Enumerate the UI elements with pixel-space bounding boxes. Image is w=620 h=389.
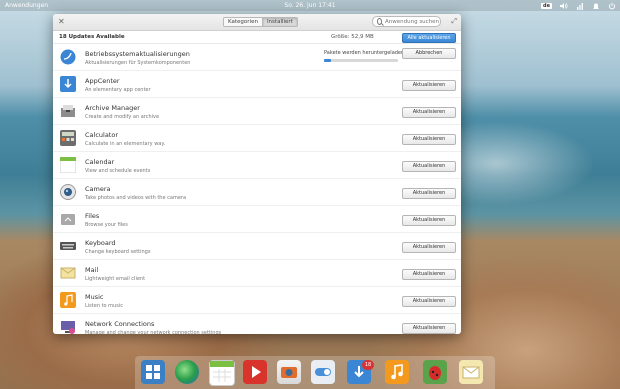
- update-button[interactable]: Aktualisieren: [402, 323, 456, 334]
- app-description: Take photos and videos with the camera: [85, 195, 187, 201]
- update-row-betriebssystemaktualisierungen[interactable]: Betriebssystemaktualisierungen Aktualisie…: [53, 44, 461, 71]
- appcenter-window: ✕ Kategorien Installiert ⤢ 18 Updates Av…: [53, 14, 461, 334]
- calendar-icon[interactable]: [209, 360, 235, 386]
- update-row-keyboard[interactable]: Keyboard Change keyboard settings Aktualis…: [53, 233, 461, 260]
- download-progress-label: Pakete werden heruntergeladen: [324, 50, 405, 56]
- app-name: Betriebssystemaktualisierungen: [85, 50, 190, 58]
- app-name: Camera: [85, 185, 111, 193]
- app-name: Calendar: [85, 158, 115, 166]
- app-name: AppCenter: [85, 77, 120, 85]
- app-description: An elementary app center: [85, 87, 151, 93]
- window-titlebar[interactable]: ✕ Kategorien Installiert ⤢: [53, 14, 461, 31]
- calendar-icon: [59, 156, 77, 174]
- bug-icon[interactable]: [423, 360, 447, 384]
- app-name: Network Connections: [85, 320, 155, 328]
- app-description: Lightweight email client: [85, 276, 146, 282]
- download-progress-fill: [324, 59, 332, 62]
- update-button[interactable]: Aktualisieren: [402, 188, 456, 199]
- update-button[interactable]: Aktualisieren: [402, 107, 456, 118]
- updates-badge: 18: [362, 360, 374, 370]
- update-button[interactable]: Aktualisieren: [402, 242, 456, 253]
- updates-list: Betriebssystemaktualisierungen Aktualisie…: [53, 44, 461, 334]
- updates-summary: 18 Updates Available Größe: 52,9 MB Alle…: [53, 31, 461, 44]
- photos-icon[interactable]: [277, 360, 301, 384]
- appcenter-icon: [60, 76, 76, 92]
- archive-manager-icon: [60, 103, 76, 119]
- app-description: Calculate in an elementary way.: [85, 141, 166, 147]
- update-button[interactable]: Aktualisieren: [402, 269, 456, 280]
- maximize-icon[interactable]: ⤢: [451, 17, 457, 26]
- app-name: Mail: [85, 266, 99, 274]
- calculator-icon: [60, 130, 76, 146]
- multitasking-icon[interactable]: [141, 360, 165, 384]
- indicators: de: [541, 1, 616, 10]
- music-icon: [60, 292, 76, 308]
- keyboard-icon: [60, 238, 76, 254]
- notifications-icon[interactable]: [591, 1, 600, 10]
- update-row-calendar[interactable]: Calendar View and schedule events Aktualis…: [53, 152, 461, 179]
- view-switcher: Kategorien Installiert: [223, 17, 298, 27]
- update-row-calculator[interactable]: Calculator Calculate in an elementary way…: [53, 125, 461, 152]
- network-icon[interactable]: [575, 1, 584, 10]
- search-icon: [377, 18, 382, 25]
- app-description: Create and modify an archive: [85, 114, 160, 120]
- mail-icon[interactable]: [459, 360, 483, 384]
- app-description: Change keyboard settings: [85, 249, 151, 255]
- update-button[interactable]: Aktualisieren: [402, 134, 456, 145]
- update-button[interactable]: Aktualisieren: [402, 215, 456, 226]
- close-icon[interactable]: ✕: [58, 17, 65, 26]
- update-row-files[interactable]: Files Browse your files Aktualisieren: [53, 206, 461, 233]
- update-row-music[interactable]: Music Listen to music Aktualisieren: [53, 287, 461, 314]
- updates-size: Größe: 52,9 MB: [331, 34, 374, 40]
- videos-icon[interactable]: [243, 360, 267, 384]
- cancel-button[interactable]: Abbrechen: [402, 48, 456, 59]
- tab-installed[interactable]: Installiert: [261, 18, 297, 26]
- app-description: Listen to music: [85, 303, 123, 309]
- files-icon: [60, 211, 76, 227]
- settings-icon[interactable]: [311, 360, 335, 384]
- keyboard-layout-indicator[interactable]: de: [541, 2, 552, 9]
- update-all-button[interactable]: Alle aktualisieren: [402, 33, 456, 43]
- search-box[interactable]: [372, 16, 441, 27]
- network-connections-icon: [60, 319, 76, 334]
- update-row-mail[interactable]: Mail Lightweight email client Aktualisiere…: [53, 260, 461, 287]
- app-description: Manage and change your network connectio…: [85, 330, 222, 334]
- updates-count: 18 Updates Available: [59, 34, 125, 40]
- update-button[interactable]: Aktualisieren: [402, 161, 456, 172]
- clock[interactable]: So. 26. Jun 17:41: [0, 2, 620, 9]
- update-row-camera[interactable]: Camera Take photos and videos with the ca…: [53, 179, 461, 206]
- mail-icon: [60, 265, 76, 281]
- dock: [135, 356, 495, 389]
- volume-icon[interactable]: [559, 1, 568, 10]
- os-updates-icon: [60, 49, 76, 65]
- app-description: View and schedule events: [85, 168, 151, 174]
- app-description: Browse your files: [85, 222, 128, 228]
- app-name: Archive Manager: [85, 104, 140, 112]
- download-progress-bar: [324, 59, 398, 62]
- update-row-network-connections[interactable]: Network Connections Manage and change you…: [53, 314, 461, 334]
- power-icon[interactable]: [607, 1, 616, 10]
- tab-categories[interactable]: Kategorien: [224, 18, 262, 26]
- top-panel: Anwendungen So. 26. Jun 17:41 de: [0, 0, 620, 11]
- camera-icon: [60, 184, 76, 200]
- app-name: Keyboard: [85, 239, 116, 247]
- update-button[interactable]: Aktualisieren: [402, 296, 456, 307]
- app-name: Music: [85, 293, 104, 301]
- music-icon[interactable]: [385, 360, 409, 384]
- update-row-appcenter[interactable]: AppCenter An elementary app center Aktuali…: [53, 71, 461, 98]
- browser-icon[interactable]: [175, 360, 199, 384]
- app-description: Aktualisierungen für Systemkomponenten: [85, 60, 191, 66]
- app-name: Calculator: [85, 131, 119, 139]
- app-name: Files: [85, 212, 100, 220]
- search-input[interactable]: [385, 18, 440, 25]
- update-button[interactable]: Aktualisieren: [402, 80, 456, 91]
- update-row-archive-manager[interactable]: Archive Manager Create and modify an arch…: [53, 98, 461, 125]
